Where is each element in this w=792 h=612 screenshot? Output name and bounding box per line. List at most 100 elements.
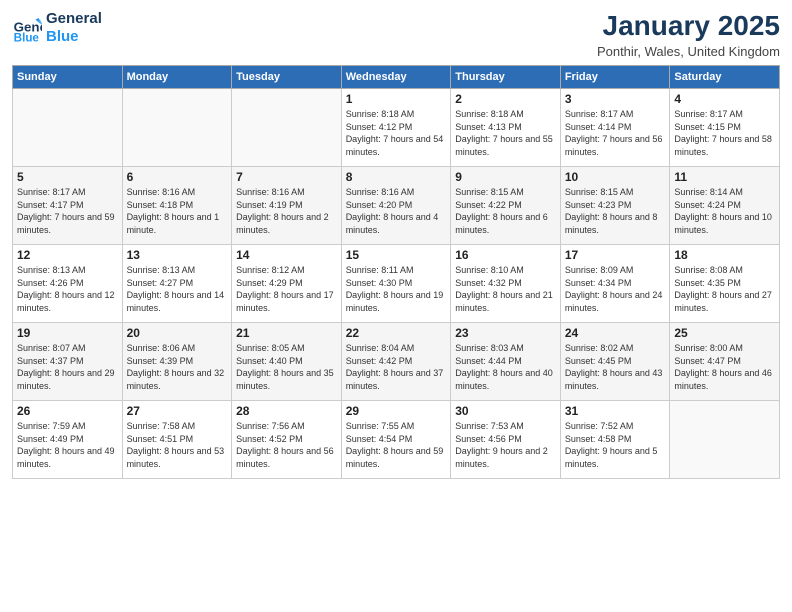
day-info: Sunrise: 8:03 AM Sunset: 4:44 PM Dayligh… — [455, 342, 556, 392]
day-number: 5 — [17, 170, 118, 184]
col-tuesday: Tuesday — [232, 66, 342, 89]
col-saturday: Saturday — [670, 66, 780, 89]
day-number: 24 — [565, 326, 666, 340]
table-row: 11Sunrise: 8:14 AM Sunset: 4:24 PM Dayli… — [670, 167, 780, 245]
day-number: 26 — [17, 404, 118, 418]
day-number: 19 — [17, 326, 118, 340]
calendar-table: Sunday Monday Tuesday Wednesday Thursday… — [12, 65, 780, 479]
table-row: 21 Sunrise: 8:05 AM Sunset: 4:40 PM Dayli… — [232, 323, 342, 401]
day-info: Sunrise: 8:07 AM Sunset: 4:37 PM Dayligh… — [17, 342, 118, 392]
day-info: Sunrise: 7:55 AM Sunset: 4:54 PM Dayligh… — [346, 420, 447, 470]
day-info: Sunrise: 8:10 AM Sunset: 4:32 PM Dayligh… — [455, 264, 556, 314]
day-number: 16 — [455, 248, 556, 262]
table-row: 14Sunrise: 8:12 AM Sunset: 4:29 PM Dayli… — [232, 245, 342, 323]
table-row: 25Sunrise: 8:00 AM Sunset: 4:47 PM Dayli… — [670, 323, 780, 401]
day-info: Sunrise: 8:18 AM Sunset: 4:12 PM Dayligh… — [346, 108, 447, 158]
week-row-0: 1Sunrise: 8:18 AM Sunset: 4:12 PM Daylig… — [13, 89, 780, 167]
day-info: Sunrise: 8:17 AM Sunset: 4:15 PM Dayligh… — [674, 108, 775, 158]
day-number: 21 — [236, 326, 337, 340]
day-number: 28 — [236, 404, 337, 418]
day-number: 30 — [455, 404, 556, 418]
day-info: Sunrise: 8:08 AM Sunset: 4:35 PM Dayligh… — [674, 264, 775, 314]
logo-line2: Blue — [46, 28, 102, 46]
table-row: 5Sunrise: 8:17 AM Sunset: 4:17 PM Daylig… — [13, 167, 123, 245]
table-row: 8 Sunrise: 8:16 AM Sunset: 4:20 PM Daylig… — [341, 167, 451, 245]
table-row: 30 Sunrise: 7:53 AM Sunset: 4:56 PM Dayli… — [451, 401, 561, 479]
title-area: January 2025 Ponthir, Wales, United King… — [597, 10, 780, 59]
day-number: 27 — [127, 404, 228, 418]
week-row-1: 5Sunrise: 8:17 AM Sunset: 4:17 PM Daylig… — [13, 167, 780, 245]
table-row: 28Sunrise: 7:56 AM Sunset: 4:52 PM Dayli… — [232, 401, 342, 479]
day-number: 17 — [565, 248, 666, 262]
day-number: 6 — [127, 170, 228, 184]
day-info: Sunrise: 8:18 AM Sunset: 4:13 PM Dayligh… — [455, 108, 556, 158]
day-number: 29 — [346, 404, 447, 418]
table-row: 10 Sunrise: 8:15 AM Sunset: 4:23 PM Dayli… — [560, 167, 670, 245]
col-monday: Monday — [122, 66, 232, 89]
week-row-3: 19 Sunrise: 8:07 AM Sunset: 4:37 PM Dayli… — [13, 323, 780, 401]
day-number: 3 — [565, 92, 666, 106]
day-info: Sunrise: 8:13 AM Sunset: 4:27 PM Dayligh… — [127, 264, 228, 314]
day-number: 2 — [455, 92, 556, 106]
day-number: 18 — [674, 248, 775, 262]
day-info: Sunrise: 8:13 AM Sunset: 4:26 PM Dayligh… — [17, 264, 118, 314]
day-info: Sunrise: 7:58 AM Sunset: 4:51 PM Dayligh… — [127, 420, 228, 470]
col-thursday: Thursday — [451, 66, 561, 89]
day-info: Sunrise: 8:06 AM Sunset: 4:39 PM Dayligh… — [127, 342, 228, 392]
table-row: 15 Sunrise: 8:11 AM Sunset: 4:30 PM Dayli… — [341, 245, 451, 323]
day-info: Sunrise: 8:02 AM Sunset: 4:45 PM Dayligh… — [565, 342, 666, 392]
day-number: 14 — [236, 248, 337, 262]
table-row — [670, 401, 780, 479]
page-container: General Blue General Blue January 2025 P… — [0, 0, 792, 487]
table-row: 3Sunrise: 8:17 AM Sunset: 4:14 PM Daylig… — [560, 89, 670, 167]
day-number: 23 — [455, 326, 556, 340]
table-row: 17 Sunrise: 8:09 AM Sunset: 4:34 PM Dayli… — [560, 245, 670, 323]
day-number: 9 — [455, 170, 556, 184]
day-number: 22 — [346, 326, 447, 340]
day-number: 8 — [346, 170, 447, 184]
day-info: Sunrise: 8:14 AM Sunset: 4:24 PM Dayligh… — [674, 186, 775, 236]
logo-icon: General Blue — [12, 13, 42, 43]
table-row: 16 Sunrise: 8:10 AM Sunset: 4:32 PM Dayli… — [451, 245, 561, 323]
svg-text:Blue: Blue — [14, 31, 40, 43]
table-row: 29 Sunrise: 7:55 AM Sunset: 4:54 PM Dayli… — [341, 401, 451, 479]
day-number: 10 — [565, 170, 666, 184]
day-info: Sunrise: 7:52 AM Sunset: 4:58 PM Dayligh… — [565, 420, 666, 470]
table-row: 13 Sunrise: 8:13 AM Sunset: 4:27 PM Dayli… — [122, 245, 232, 323]
day-number: 7 — [236, 170, 337, 184]
day-info: Sunrise: 8:09 AM Sunset: 4:34 PM Dayligh… — [565, 264, 666, 314]
month-title: January 2025 — [597, 10, 780, 42]
table-row: 9 Sunrise: 8:15 AM Sunset: 4:22 PM Daylig… — [451, 167, 561, 245]
table-row: 23 Sunrise: 8:03 AM Sunset: 4:44 PM Dayli… — [451, 323, 561, 401]
day-info: Sunrise: 8:16 AM Sunset: 4:20 PM Dayligh… — [346, 186, 447, 236]
col-friday: Friday — [560, 66, 670, 89]
day-info: Sunrise: 8:15 AM Sunset: 4:23 PM Dayligh… — [565, 186, 666, 236]
table-row: 18 Sunrise: 8:08 AM Sunset: 4:35 PM Dayli… — [670, 245, 780, 323]
logo: General Blue General Blue — [12, 10, 102, 46]
day-info: Sunrise: 8:16 AM Sunset: 4:18 PM Dayligh… — [127, 186, 228, 236]
table-row: 20Sunrise: 8:06 AM Sunset: 4:39 PM Dayli… — [122, 323, 232, 401]
day-info: Sunrise: 8:05 AM Sunset: 4:40 PM Dayligh… — [236, 342, 337, 392]
day-info: Sunrise: 8:04 AM Sunset: 4:42 PM Dayligh… — [346, 342, 447, 392]
col-sunday: Sunday — [13, 66, 123, 89]
table-row: 19 Sunrise: 8:07 AM Sunset: 4:37 PM Dayli… — [13, 323, 123, 401]
table-row: 27 Sunrise: 7:58 AM Sunset: 4:51 PM Dayli… — [122, 401, 232, 479]
day-number: 4 — [674, 92, 775, 106]
table-row — [232, 89, 342, 167]
day-number: 31 — [565, 404, 666, 418]
col-wednesday: Wednesday — [341, 66, 451, 89]
header-row: Sunday Monday Tuesday Wednesday Thursday… — [13, 66, 780, 89]
table-row: 31 Sunrise: 7:52 AM Sunset: 4:58 PM Dayli… — [560, 401, 670, 479]
day-number: 25 — [674, 326, 775, 340]
day-info: Sunrise: 7:53 AM Sunset: 4:56 PM Dayligh… — [455, 420, 556, 470]
table-row: 6 Sunrise: 8:16 AM Sunset: 4:18 PM Daylig… — [122, 167, 232, 245]
table-row: 7Sunrise: 8:16 AM Sunset: 4:19 PM Daylig… — [232, 167, 342, 245]
day-number: 15 — [346, 248, 447, 262]
table-row: 26Sunrise: 7:59 AM Sunset: 4:49 PM Dayli… — [13, 401, 123, 479]
location: Ponthir, Wales, United Kingdom — [597, 44, 780, 59]
day-number: 13 — [127, 248, 228, 262]
table-row: 24 Sunrise: 8:02 AM Sunset: 4:45 PM Dayli… — [560, 323, 670, 401]
week-row-2: 12Sunrise: 8:13 AM Sunset: 4:26 PM Dayli… — [13, 245, 780, 323]
day-info: Sunrise: 8:15 AM Sunset: 4:22 PM Dayligh… — [455, 186, 556, 236]
day-info: Sunrise: 8:11 AM Sunset: 4:30 PM Dayligh… — [346, 264, 447, 314]
